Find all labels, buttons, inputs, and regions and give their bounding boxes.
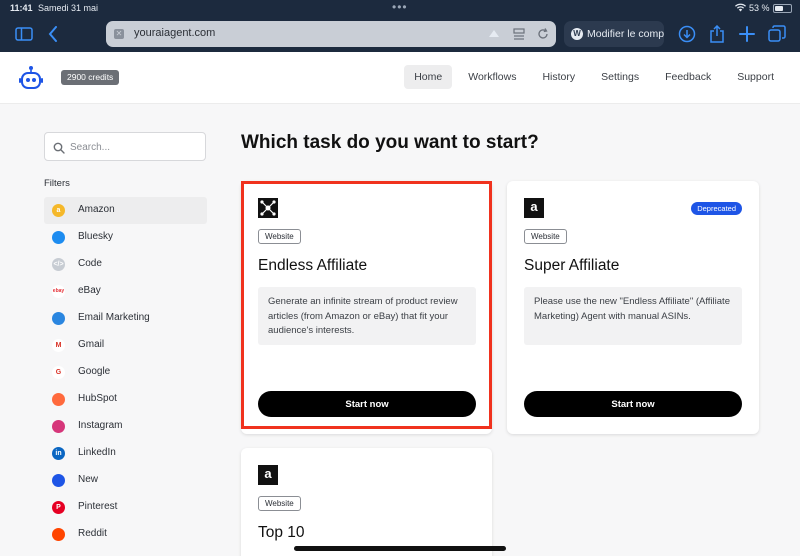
- task-card-super-affiliate[interactable]: a Deprecated Website Super Affiliate Ple…: [507, 181, 759, 434]
- card-title: Top 10: [258, 524, 305, 541]
- ebay-icon: ebay: [52, 285, 65, 298]
- page-favicon-icon: ✕: [114, 29, 124, 39]
- filter-list: a Amazon Bluesky </> Code ebay eBay Email Marke…: [44, 197, 207, 548]
- ios-status-bar: 11:41 Samedi 31 mai ••• 53 %: [0, 0, 800, 16]
- filter-item-label: Code: [78, 258, 102, 269]
- filter-item-label: Reddit: [78, 528, 107, 539]
- nav-feedback[interactable]: Feedback: [655, 65, 721, 89]
- search-icon: [53, 141, 65, 154]
- wordpress-icon: W: [571, 28, 583, 40]
- nav-support[interactable]: Support: [727, 65, 784, 89]
- browser-tab[interactable]: W Modifier le comp: [564, 21, 664, 47]
- hubspot-icon: [52, 393, 65, 406]
- nav-settings[interactable]: Settings: [591, 65, 649, 89]
- card-tag: Website: [524, 229, 567, 244]
- robot-logo-icon[interactable]: [18, 65, 44, 91]
- filter-item-new[interactable]: New: [44, 467, 207, 494]
- filter-item-label: Amazon: [78, 204, 115, 215]
- downloads-icon[interactable]: [677, 24, 697, 44]
- status-time: 11:41: [10, 3, 33, 13]
- filter-item-linkedin[interactable]: in LinkedIn: [44, 440, 207, 467]
- amazon-logo-icon: a: [524, 198, 544, 218]
- start-now-button[interactable]: Start now: [258, 391, 476, 417]
- card-title: Super Affiliate: [524, 257, 620, 274]
- filter-item-instagram[interactable]: Instagram: [44, 413, 207, 440]
- filter-item-label: Pinterest: [78, 501, 118, 512]
- task-card-top-10[interactable]: a Website Top 10: [241, 448, 492, 556]
- app-header: 2900 credits Home Workflows History Sett…: [0, 52, 800, 104]
- filters-heading: Filters: [44, 178, 70, 189]
- browser-toolbar: ✕ youraiagent.com W Modifier le comp: [0, 16, 800, 52]
- card-tag: Website: [258, 229, 301, 244]
- url-text[interactable]: youraiagent.com: [134, 27, 215, 39]
- filter-item-label: HubSpot: [78, 393, 117, 404]
- search-box[interactable]: [44, 132, 206, 161]
- filter-item-pinterest[interactable]: P Pinterest: [44, 494, 207, 521]
- filter-item-gmail[interactable]: M Gmail: [44, 332, 207, 359]
- reader-view-icon[interactable]: [512, 27, 526, 41]
- battery-percent: 53 %: [749, 3, 770, 13]
- filter-item-bluesky[interactable]: Bluesky: [44, 224, 207, 251]
- reddit-icon: [52, 528, 65, 541]
- back-arrow-icon[interactable]: [43, 24, 63, 44]
- card-description: Please use the new "Endless Affiliate" (…: [524, 287, 742, 345]
- new-tab-plus-icon[interactable]: [737, 24, 757, 44]
- filter-item-label: eBay: [78, 285, 101, 296]
- home-indicator[interactable]: [294, 546, 506, 551]
- linkedin-icon: in: [52, 447, 65, 460]
- filter-item-code[interactable]: </> Code: [44, 251, 207, 278]
- search-input[interactable]: [70, 139, 200, 155]
- email-marketing-icon: [52, 312, 65, 325]
- task-card-endless-affiliate[interactable]: Website Endless Affiliate Generate an in…: [241, 181, 492, 434]
- card-title: Endless Affiliate: [258, 257, 368, 274]
- card-description: Generate an infinite stream of product r…: [258, 287, 476, 345]
- filter-item-hubspot[interactable]: HubSpot: [44, 386, 207, 413]
- page-title: Which task do you want to start?: [241, 132, 539, 153]
- filter-item-reddit[interactable]: Reddit: [44, 521, 207, 548]
- battery-icon: [773, 4, 792, 13]
- filter-item-email-marketing[interactable]: Email Marketing: [44, 305, 207, 332]
- tab-title: Modifier le comp: [587, 28, 664, 40]
- nav-home[interactable]: Home: [404, 65, 453, 89]
- filter-item-label: Bluesky: [78, 231, 114, 242]
- reload-icon[interactable]: [536, 27, 550, 41]
- amazon-icon: a: [52, 204, 65, 217]
- filter-item-label: New: [78, 474, 99, 485]
- nav-history[interactable]: History: [532, 65, 585, 89]
- credits-badge: 2900 credits: [61, 70, 120, 85]
- deprecated-badge: Deprecated: [691, 202, 742, 215]
- instagram-icon: [52, 420, 65, 433]
- nav-workflows[interactable]: Workflows: [458, 65, 526, 89]
- main-nav: Home Workflows History Settings Feedback…: [404, 65, 784, 89]
- filter-item-label: Instagram: [78, 420, 123, 431]
- start-now-button[interactable]: Start now: [524, 391, 742, 417]
- share-icon[interactable]: [707, 24, 727, 44]
- filter-item-ebay[interactable]: ebay eBay: [44, 278, 207, 305]
- filter-item-label: Email Marketing: [78, 312, 150, 323]
- filter-item-label: LinkedIn: [78, 447, 116, 458]
- card-tag: Website: [258, 496, 301, 511]
- filter-item-label: Gmail: [78, 339, 105, 350]
- google-icon: G: [52, 366, 65, 379]
- status-date: Samedi 31 mai: [38, 3, 99, 13]
- bluesky-icon: [52, 231, 65, 244]
- sidebar-toggle-icon[interactable]: [14, 24, 34, 44]
- multitasking-dots-icon[interactable]: •••: [392, 0, 408, 14]
- pinterest-icon: P: [52, 501, 65, 514]
- code-icon: </>: [52, 258, 65, 271]
- filter-item-label: Google: [78, 366, 111, 377]
- wifi-icon: [735, 3, 746, 14]
- amazon-logo-icon: a: [258, 465, 278, 485]
- share-extension-icon[interactable]: [487, 27, 501, 41]
- filter-item-amazon[interactable]: a Amazon: [44, 197, 207, 224]
- tabs-overview-icon[interactable]: [767, 24, 787, 44]
- filter-item-google[interactable]: G Google: [44, 359, 207, 386]
- new-icon: [52, 474, 65, 487]
- network-hub-icon: [258, 198, 278, 218]
- address-bar[interactable]: ✕ youraiagent.com: [106, 21, 556, 47]
- gmail-icon: M: [52, 339, 65, 352]
